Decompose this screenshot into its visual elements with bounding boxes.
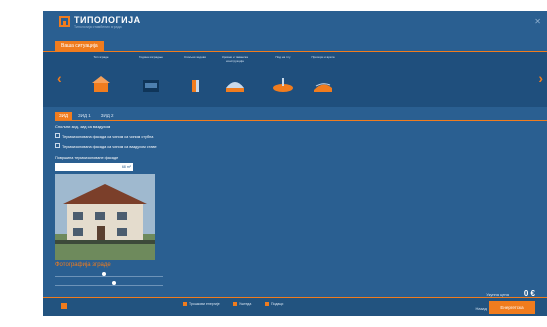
price-label: Укупна цена [486,292,509,297]
main-content: Спољни зид, зид са ваздухом Термоизолова… [55,122,215,286]
photo-caption: Фотографија зграде [55,262,111,268]
option-label: Термоизолована фасада са чином са чином … [62,135,154,139]
carousel-item-label: Кровни и таванска конструкција [222,55,248,63]
carousel-item-label: Прозори и врата [311,55,335,59]
checkbox-icon[interactable] [55,133,60,138]
house-icon [90,74,112,96]
carousel-item[interactable]: Прозори и врата [301,55,345,104]
legend-label: Подаци [271,302,284,306]
calendar-icon [140,74,162,96]
close-icon[interactable]: ✕ [534,17,541,26]
app-window: ТИПОЛОГИЈА Типологија стамбених зграда ✕… [43,11,547,316]
chevron-right-icon[interactable]: › [538,70,543,86]
carousel: ‹ › Тип зграде Година изградње Спољни зи… [43,52,547,107]
app-title: ТИПОЛОГИЈА [74,15,141,25]
wall-icon [184,74,206,96]
area-input[interactable]: 68 m² [55,163,133,171]
section-heading: Спољни зид, зид са ваздухом [55,124,111,129]
subtab-wall-1[interactable]: ЗИД 1 [74,112,95,120]
tab-situation[interactable]: Ваша ситуација [55,41,104,51]
app-subtitle: Типологија стамбених зграда [74,25,122,29]
carousel-item[interactable]: Кровни и таванска конструкција [213,55,257,104]
price-value: 0 € [523,289,535,298]
subtab-wall[interactable]: ЗИД [55,112,72,120]
slider-knob[interactable] [101,272,106,276]
carousel-item-label: Тип зграде [93,55,109,59]
roof-icon [224,74,246,96]
next-button[interactable]: Енергетска [489,301,535,314]
legend-item: Трошкови енергије [183,302,220,307]
option-2[interactable]: Термоизолована фасада са чином са ваздух… [55,143,215,149]
subtab-wall-2[interactable]: ЗИД 2 [97,112,118,120]
carousel-item-label: Спољни зидови [183,55,207,59]
checkbox-icon[interactable] [55,143,60,148]
header: ТИПОЛОГИЈА Типологија стамбених зграда ✕ [43,11,547,35]
legend-item: Подаци [265,302,284,307]
logo-icon [59,16,70,27]
subtab-bar: ЗИД ЗИД 1 ЗИД 2 [55,112,120,120]
legend-label: Уштеда [239,302,252,306]
option-1[interactable]: Термоизолована фасада са чином са чином … [55,133,215,139]
legend-dot-icon [183,302,187,307]
window-icon [312,74,334,96]
tab-bar: Ваша ситуација [43,41,547,52]
legend-label: Трошкови енергије [189,302,220,306]
carousel-item[interactable]: Година изградње [129,55,173,104]
building-photo [55,174,155,260]
divider [55,120,547,121]
carousel-item[interactable]: Под на тлу [261,55,305,104]
option-label: Термоизолована фасада са чином са ваздух… [62,145,157,149]
carousel-item[interactable]: Тип зграде [79,55,123,104]
carousel-item-label: Под на тлу [275,55,291,59]
carousel-item-label: Година изградње [139,55,163,59]
slider[interactable] [55,281,163,286]
area-label: Површина термоизоловане фасаде [55,156,119,160]
legend-item: Уштеда [233,302,252,307]
back-link[interactable]: Назад [476,306,487,311]
footer: Трошкови енергије Уштеда Подаци Укупна ц… [43,289,547,316]
floor-icon [272,74,294,96]
home-icon[interactable] [61,303,67,309]
chevron-left-icon[interactable]: ‹ [57,70,62,86]
slider[interactable] [55,272,163,277]
slider-knob[interactable] [112,281,117,285]
legend-dot-icon [265,302,269,307]
carousel-item[interactable]: Спољни зидови [173,55,217,104]
legend-dot-icon [233,302,237,307]
